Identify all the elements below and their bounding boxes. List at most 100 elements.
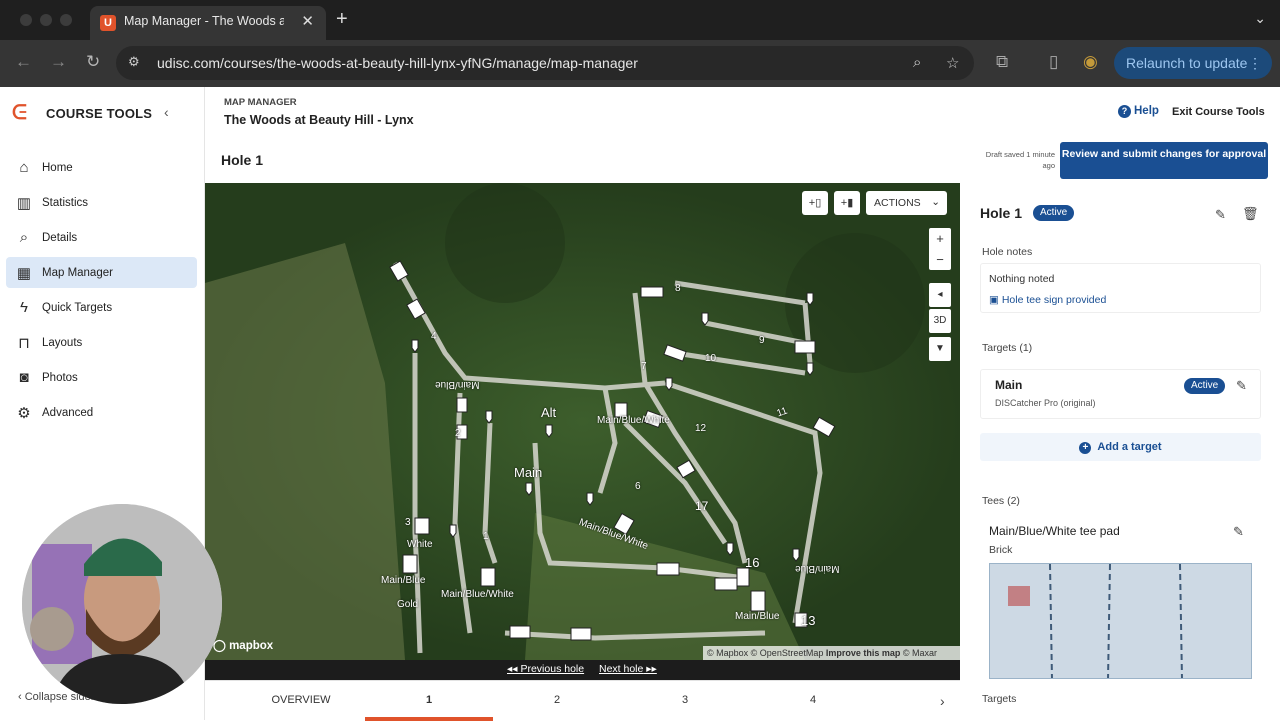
tee-photo[interactable] — [989, 563, 1252, 679]
fast-forward-icon: ▸▸ — [643, 663, 657, 675]
page-eyebrow: MAP MANAGER — [224, 97, 297, 108]
review-submit-button[interactable]: Review and submit changes for approval — [1060, 142, 1268, 179]
tab-hole-2[interactable]: 2 — [493, 681, 621, 721]
help-link[interactable]: ? Help — [1118, 105, 1159, 118]
target-card[interactable]: Main DISCatcher Pro (original) Active ✎ — [980, 369, 1261, 419]
exit-course-tools-link[interactable]: Exit Course Tools — [1172, 106, 1265, 118]
chevron-left-icon[interactable]: ‹ — [164, 104, 169, 120]
close-window-button[interactable] — [20, 14, 32, 26]
bar-chart-icon: ▥ — [16, 194, 32, 212]
site-settings-icon[interactable]: ⚙ — [128, 54, 140, 70]
search-icon: ⌕ — [19, 229, 29, 246]
maximize-window-button[interactable] — [60, 14, 72, 26]
tee-sign-info: ▣ Hole tee sign provided — [989, 294, 1106, 306]
address-bar[interactable]: ⚙ udisc.com/courses/the-woods-at-beauty-… — [116, 46, 974, 80]
sidebar-item-home[interactable]: ⌂ Home — [6, 152, 197, 183]
browser-tabstrip: U Map Manager - The Woods at Beauty Hill… — [0, 0, 1280, 40]
zoom-in-button[interactable]: + — [929, 228, 951, 249]
sidebar-item-quick-targets[interactable]: ϟ Quick Targets — [6, 292, 197, 323]
sidebar-item-map-manager[interactable]: ▦ Map Manager — [6, 257, 197, 288]
satellite-map-canvas[interactable] — [205, 183, 960, 660]
help-icon: ? — [1118, 105, 1131, 118]
map-actions-dropdown[interactable]: ACTIONS ⌄ — [866, 191, 947, 215]
add-target-button[interactable]: + Add a target — [980, 433, 1261, 461]
relaunch-label: Relaunch to update — [1126, 55, 1248, 71]
sidepanel-icon[interactable]: ▯ — [1049, 52, 1058, 72]
status-badge: Active — [1033, 205, 1075, 221]
attribution-maxar[interactable]: © Maxar — [903, 648, 937, 658]
edit-icon[interactable]: ✎ — [1236, 378, 1247, 394]
bolt-icon: ϟ — [20, 299, 28, 316]
tab-overview[interactable]: OVERVIEW — [237, 681, 365, 721]
back-arrow-icon[interactable]: ← — [15, 52, 32, 72]
course-map[interactable]: Main Alt Main/Blue White Gold Main/Blue/… — [205, 183, 960, 660]
layouts-icon: ⊓ — [18, 334, 30, 352]
map-label-16: 16 — [745, 555, 760, 570]
plus-icon[interactable]: + — [336, 8, 348, 31]
edit-icon[interactable]: ✎ — [1233, 524, 1244, 540]
map-label-main-blue: Main/Blue — [381, 575, 426, 586]
tee-icon: ▮ — [847, 197, 854, 209]
add-target-map-button[interactable]: +▯ — [802, 191, 828, 215]
tab-hole-1[interactable]: 1 — [365, 681, 493, 721]
tee-name: Main/Blue/White tee pad — [989, 524, 1120, 538]
three-d-button[interactable]: 3D — [929, 309, 951, 333]
forward-arrow-icon[interactable]: → — [50, 52, 67, 72]
browser-tab[interactable]: U Map Manager - The Woods at Beauty Hill… — [90, 6, 326, 40]
course-title: The Woods at Beauty Hill - Lynx — [224, 113, 414, 127]
add-tee-map-button[interactable]: +▮ — [834, 191, 860, 215]
attribution-osm[interactable]: © OpenStreetMap — [751, 648, 824, 658]
more-vert-icon[interactable]: ⋮ — [1248, 55, 1262, 72]
relaunch-button[interactable]: Relaunch to update ⋮ — [1114, 47, 1272, 79]
minimize-window-button[interactable] — [40, 14, 52, 26]
url-text[interactable]: udisc.com/courses/the-woods-at-beauty-hi… — [157, 55, 638, 71]
webcam-overlay — [22, 504, 222, 704]
map-label-1: 1 — [483, 531, 489, 542]
rewind-icon: ◂◂ — [507, 663, 521, 675]
sign-icon: ▣ — [989, 294, 1002, 306]
presenter-video — [22, 504, 222, 704]
extensions-icon[interactable]: ⧉ — [996, 52, 1008, 72]
mapbox-logo: ◯ mapbox — [213, 640, 274, 652]
hole-notes-value: Nothing noted — [989, 273, 1055, 285]
next-hole-link[interactable]: Next hole ▸▸ — [599, 663, 657, 675]
zoom-out-button[interactable]: − — [929, 249, 951, 270]
map-label-white: White — [407, 539, 433, 550]
map-label-2: 2 — [455, 428, 461, 439]
map-label-17: 17 — [695, 499, 709, 513]
home-icon: ⌂ — [19, 159, 29, 176]
tee-targets-label: Targets — [982, 693, 1017, 705]
reload-icon[interactable]: ↻ — [86, 52, 100, 72]
close-tab-icon[interactable]: ✕ — [301, 12, 314, 30]
filter-icon[interactable]: ▼ — [929, 337, 951, 361]
improve-map-link[interactable]: Improve this map — [826, 648, 901, 658]
chevron-down-icon[interactable]: ⌄ — [1254, 10, 1266, 27]
chevron-right-icon[interactable]: › — [940, 693, 945, 709]
map-label-main-blue-white-3: Main/Blue/White — [597, 415, 670, 426]
tab-hole-4[interactable]: 4 — [749, 681, 877, 721]
sidebar-item-photos[interactable]: ◙ Photos — [6, 362, 197, 393]
tee-surface: Brick — [989, 544, 1013, 556]
map-attribution: © Mapbox © OpenStreetMap Improve this ma… — [703, 646, 960, 660]
profile-avatar[interactable]: ◉ — [1083, 52, 1098, 72]
edit-icon[interactable]: ✎ — [1215, 207, 1226, 223]
star-icon[interactable]: ☆ — [946, 54, 959, 72]
tees-label: Tees (2) — [982, 495, 1020, 507]
target-status-badge: Active — [1184, 378, 1226, 394]
previous-hole-link[interactable]: ◂◂ Previous hole — [507, 663, 584, 675]
sidebar-item-layouts[interactable]: ⊓ Layouts — [6, 327, 197, 358]
sidebar-item-label: Statistics — [42, 196, 89, 209]
trash-icon[interactable]: 🗑 — [1242, 206, 1259, 222]
attribution-mapbox[interactable]: © Mapbox — [707, 648, 748, 658]
sidebar-item-details[interactable]: ⌕ Details — [6, 222, 197, 253]
sidebar-item-label: Home — [42, 161, 73, 174]
zoom-control: + − — [929, 228, 951, 270]
sidebar-item-statistics[interactable]: ▥ Statistics — [6, 187, 197, 218]
tab-hole-3[interactable]: 3 — [621, 681, 749, 721]
sidebar-item-advanced[interactable]: ⚙ Advanced — [6, 397, 197, 428]
search-icon[interactable]: ⌕ — [913, 54, 921, 71]
help-label: Help — [1134, 105, 1159, 117]
compass-icon[interactable]: ◂ — [929, 283, 951, 307]
map-label-10: 10 — [705, 353, 717, 364]
map-label-6: 6 — [635, 481, 641, 492]
